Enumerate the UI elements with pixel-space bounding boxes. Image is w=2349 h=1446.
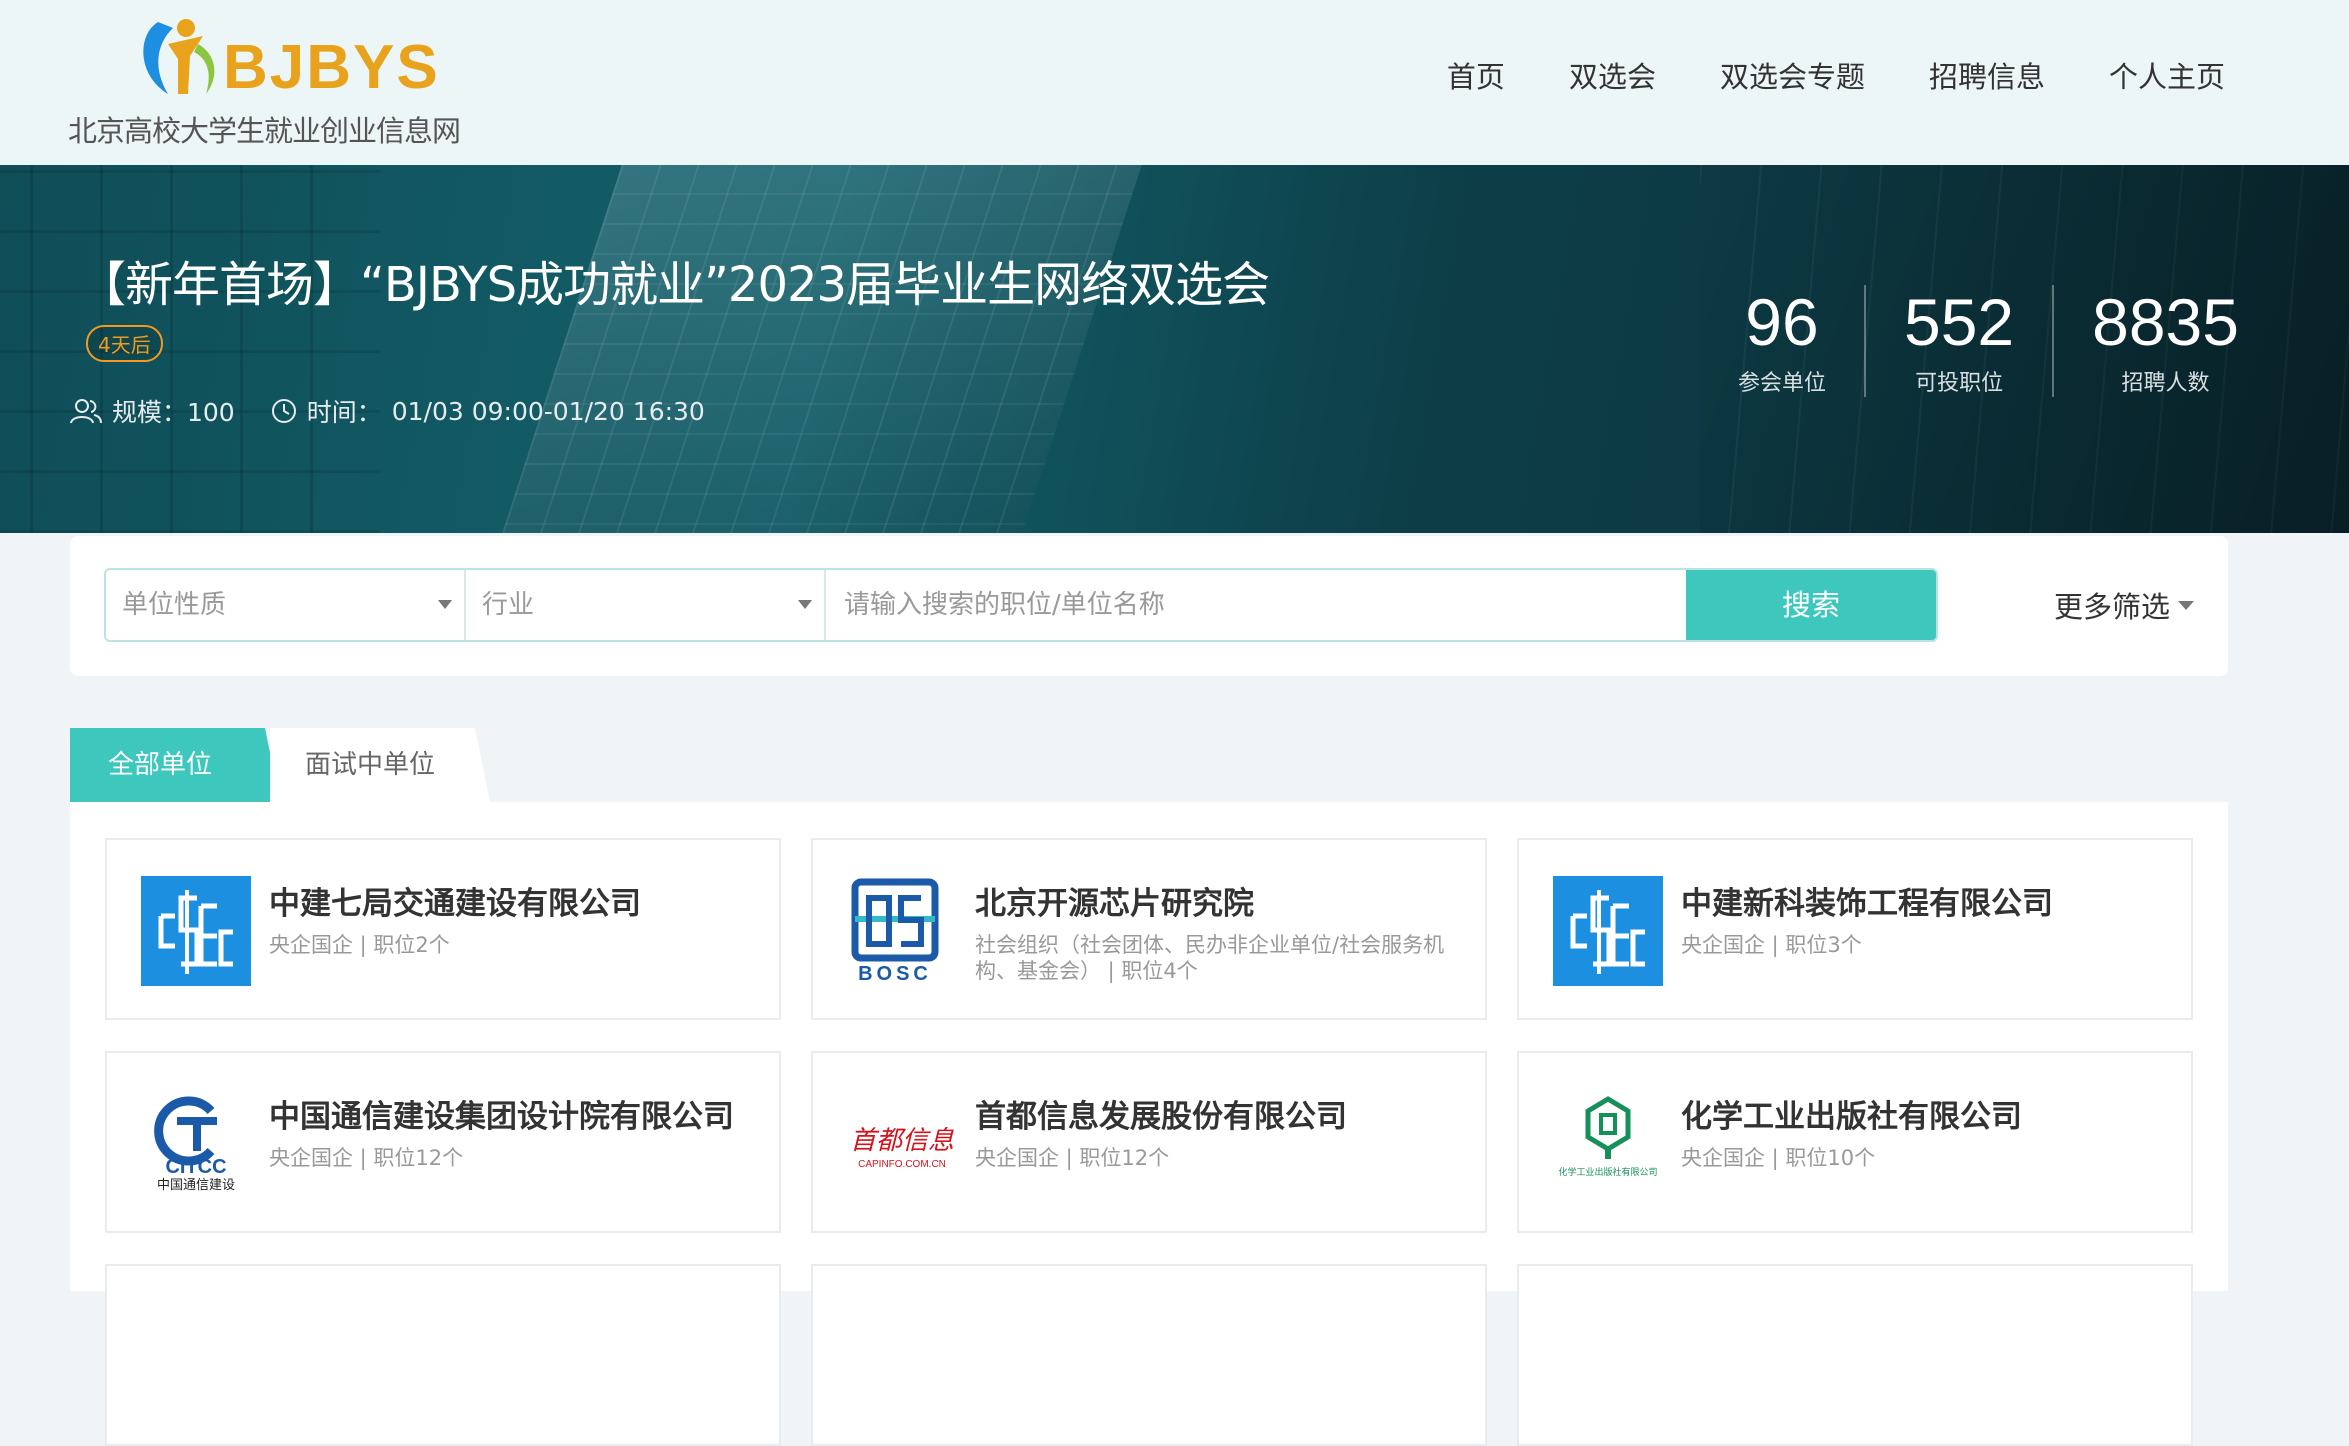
site-header: BJBYS 北京高校大学生就业创业信息网 首页 双选会 双选会专题 招聘信息 个… <box>0 0 2349 165</box>
search-bar: 单位性质 行业 搜索 <box>104 568 1938 642</box>
cscec-logo-icon <box>141 876 251 986</box>
company-card[interactable]: 中建新科装饰工程有限公司 央企国企 | 职位3个 <box>1517 838 2193 1020</box>
clock-icon <box>271 399 296 423</box>
chevron-down-icon <box>2178 600 2194 610</box>
banner-background-building <box>485 165 1155 533</box>
more-filter-label: 更多筛选 <box>2053 590 2170 624</box>
event-meta: 规模：100 时间： 01/03 09:00-01/20 16:30 <box>70 393 705 429</box>
keyword-search-input[interactable] <box>826 570 1686 640</box>
search-button[interactable]: 搜索 <box>1686 570 1936 640</box>
company-name: 中建新科装饰工程有限公司 <box>1681 886 2053 922</box>
chevron-down-icon <box>798 600 812 609</box>
unit-type-placeholder: 单位性质 <box>122 590 227 620</box>
event-banner: 【新年首场】“BJBYS成功就业”2023届毕业生网络双选会 4天后 规模：10… <box>0 165 2349 533</box>
company-card[interactable] <box>1517 1264 2193 1446</box>
company-meta: 社会组织（社会团体、民办非企业单位/社会服务机构、基金会） | 职位4个 <box>975 933 1445 983</box>
company-list: 中建七局交通建设有限公司 央企国企 | 职位2个 BOSC 北京开源芯片研究院 … <box>70 802 2228 1446</box>
company-meta: 央企国企 | 职位10个 <box>1681 1146 1876 1170</box>
nav-job-fair[interactable]: 双选会 <box>1537 52 1688 102</box>
nav-personal-home[interactable]: 个人主页 <box>2077 52 2225 102</box>
logo-text: CITCC <box>165 1156 226 1178</box>
logo-text: 化学工业出版社有限公司 <box>1558 1166 1657 1178</box>
stat-value: 552 <box>1904 285 2015 359</box>
unit-type-select[interactable]: 单位性质 <box>106 570 466 640</box>
tab-all-companies[interactable]: 全部单位 <box>70 728 280 802</box>
nav-home[interactable]: 首页 <box>1415 52 1537 102</box>
cip-logo-icon: 化学工业出版社有限公司 <box>1558 1096 1658 1178</box>
logo-subtext: 中国通信建设 <box>157 1178 235 1193</box>
logo-subtitle: 北京高校大学生就业创业信息网 <box>68 114 461 148</box>
people-icon <box>70 399 102 424</box>
stat-value: 96 <box>1745 285 1819 359</box>
citcc-logo-icon: CITCC 中国通信建设 <box>154 1096 235 1193</box>
site-logo[interactable]: BJBYS 北京高校大学生就业创业信息网 <box>68 14 488 149</box>
company-card[interactable]: 化学工业出版社有限公司 化学工业出版社有限公司 央企国企 | 职位10个 <box>1517 1051 2193 1233</box>
stat-companies: 96 参会单位 <box>1700 285 1867 397</box>
more-filter-button[interactable]: 更多筛选 <box>2054 584 2194 626</box>
nav-job-fair-topics[interactable]: 双选会专题 <box>1688 52 1897 102</box>
cscec-logo-icon <box>1553 876 1663 986</box>
company-card[interactable]: BOSC 北京开源芯片研究院 社会组织（社会团体、民办非企业单位/社会服务机构、… <box>811 838 1487 1020</box>
stat-headcount: 8835 招聘人数 <box>2054 285 2277 397</box>
event-time-value: 01/03 09:00-01/20 16:30 <box>391 396 705 426</box>
company-card[interactable]: CITCC 中国通信建设 中国通信建设集团设计院有限公司 央企国企 | 职位12… <box>105 1051 781 1233</box>
chevron-down-icon <box>438 600 452 609</box>
svg-text:BOSC: BOSC <box>858 963 932 985</box>
banner-background-building <box>0 165 380 533</box>
logo-text: BJBYS <box>223 33 440 102</box>
industry-select[interactable]: 行业 <box>466 570 826 640</box>
logo-text: 首都信息 <box>850 1126 954 1156</box>
company-name: 北京开源芯片研究院 <box>975 886 1254 922</box>
company-meta: 央企国企 | 职位3个 <box>1681 933 1862 957</box>
company-name: 中建七局交通建设有限公司 <box>269 886 641 922</box>
company-name: 首都信息发展股份有限公司 <box>975 1099 1347 1135</box>
company-tabs: 全部单位 面试中单位 <box>70 728 490 802</box>
stat-label: 招聘人数 <box>2121 371 2210 396</box>
logo-mark-icon <box>143 19 215 94</box>
company-meta: 央企国企 | 职位12个 <box>269 1146 464 1170</box>
event-scale: 规模：100 <box>112 398 235 427</box>
stat-value: 8835 <box>2092 285 2239 359</box>
search-panel: 单位性质 行业 搜索 更多筛选 <box>70 536 2228 676</box>
event-time-label: 时间： <box>306 398 382 427</box>
capinfo-logo-icon: 首都信息 CAPINFO.COM.CN <box>850 1126 954 1170</box>
countdown-badge: 4天后 <box>86 325 163 362</box>
nav-recruitment-info[interactable]: 招聘信息 <box>1897 52 2077 102</box>
logo-subtext: CAPINFO.COM.CN <box>858 1159 946 1170</box>
company-name: 化学工业出版社有限公司 <box>1681 1099 2022 1135</box>
stat-label: 可投职位 <box>1915 371 2004 396</box>
stat-label: 参会单位 <box>1738 371 1827 396</box>
company-card[interactable]: 首都信息 CAPINFO.COM.CN 首都信息发展股份有限公司 央企国企 | … <box>811 1051 1487 1233</box>
main-nav: 首页 双选会 双选会专题 招聘信息 个人主页 <box>1415 52 2225 102</box>
company-card[interactable]: 中建七局交通建设有限公司 央企国企 | 职位2个 <box>105 838 781 1020</box>
company-name: 中国通信建设集团设计院有限公司 <box>269 1099 734 1135</box>
bosc-logo-icon: BOSC <box>851 878 939 985</box>
stat-positions: 552 可投职位 <box>1866 285 2055 397</box>
industry-placeholder: 行业 <box>482 590 535 620</box>
company-card[interactable] <box>811 1264 1487 1446</box>
event-stats: 96 参会单位 552 可投职位 8835 招聘人数 <box>1700 285 2277 397</box>
tab-interviewing-companies[interactable]: 面试中单位 <box>270 728 490 802</box>
company-card[interactable] <box>105 1264 781 1446</box>
company-meta: 央企国企 | 职位2个 <box>269 933 450 957</box>
company-meta: 央企国企 | 职位12个 <box>975 1146 1170 1170</box>
event-title: 【新年首场】“BJBYS成功就业”2023届毕业生网络双选会 <box>78 257 1270 313</box>
